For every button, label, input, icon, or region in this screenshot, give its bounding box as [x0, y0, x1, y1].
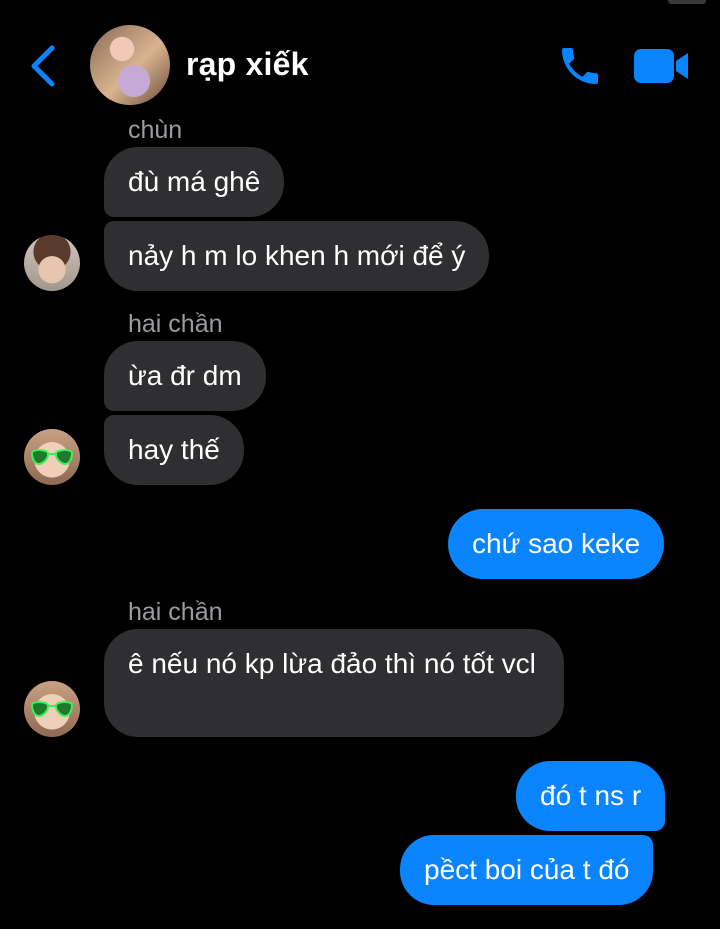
- message-bubble[interactable]: nảy h m lo khen h mới để ý: [104, 221, 490, 291]
- conversation-title[interactable]: rạp xiếk: [186, 46, 309, 83]
- sunglasses-icon: [30, 449, 74, 466]
- avatar[interactable]: [24, 681, 80, 737]
- message-bubble[interactable]: hay thế: [104, 415, 244, 485]
- avatar[interactable]: [24, 429, 80, 485]
- chevron-left-icon[interactable]: [26, 44, 62, 88]
- message-bubble[interactable]: đó t ns r: [516, 761, 666, 831]
- status-indicator: [668, 0, 706, 4]
- message-bubble[interactable]: đù má ghê: [104, 147, 285, 217]
- sender-name: chùn: [128, 116, 183, 144]
- chat-header: rạp xiếk: [0, 0, 720, 118]
- sender-name: hai chần: [128, 310, 223, 338]
- message-bubble[interactable]: ừa đr dm: [104, 341, 266, 411]
- sunglasses-icon: [30, 701, 74, 718]
- message-bubble[interactable]: chứ sao keke: [448, 509, 665, 579]
- sender-name: hai chần: [128, 598, 223, 626]
- group-avatar[interactable]: [90, 25, 170, 105]
- video-camera-icon[interactable]: [632, 46, 692, 86]
- message-bubble[interactable]: ê nếu nó kp lừa đảo thì nó tốt vcl: [104, 629, 564, 737]
- message-bubble[interactable]: pềct boi của t đó: [400, 835, 654, 905]
- phone-icon[interactable]: [556, 42, 604, 90]
- avatar[interactable]: [24, 235, 80, 291]
